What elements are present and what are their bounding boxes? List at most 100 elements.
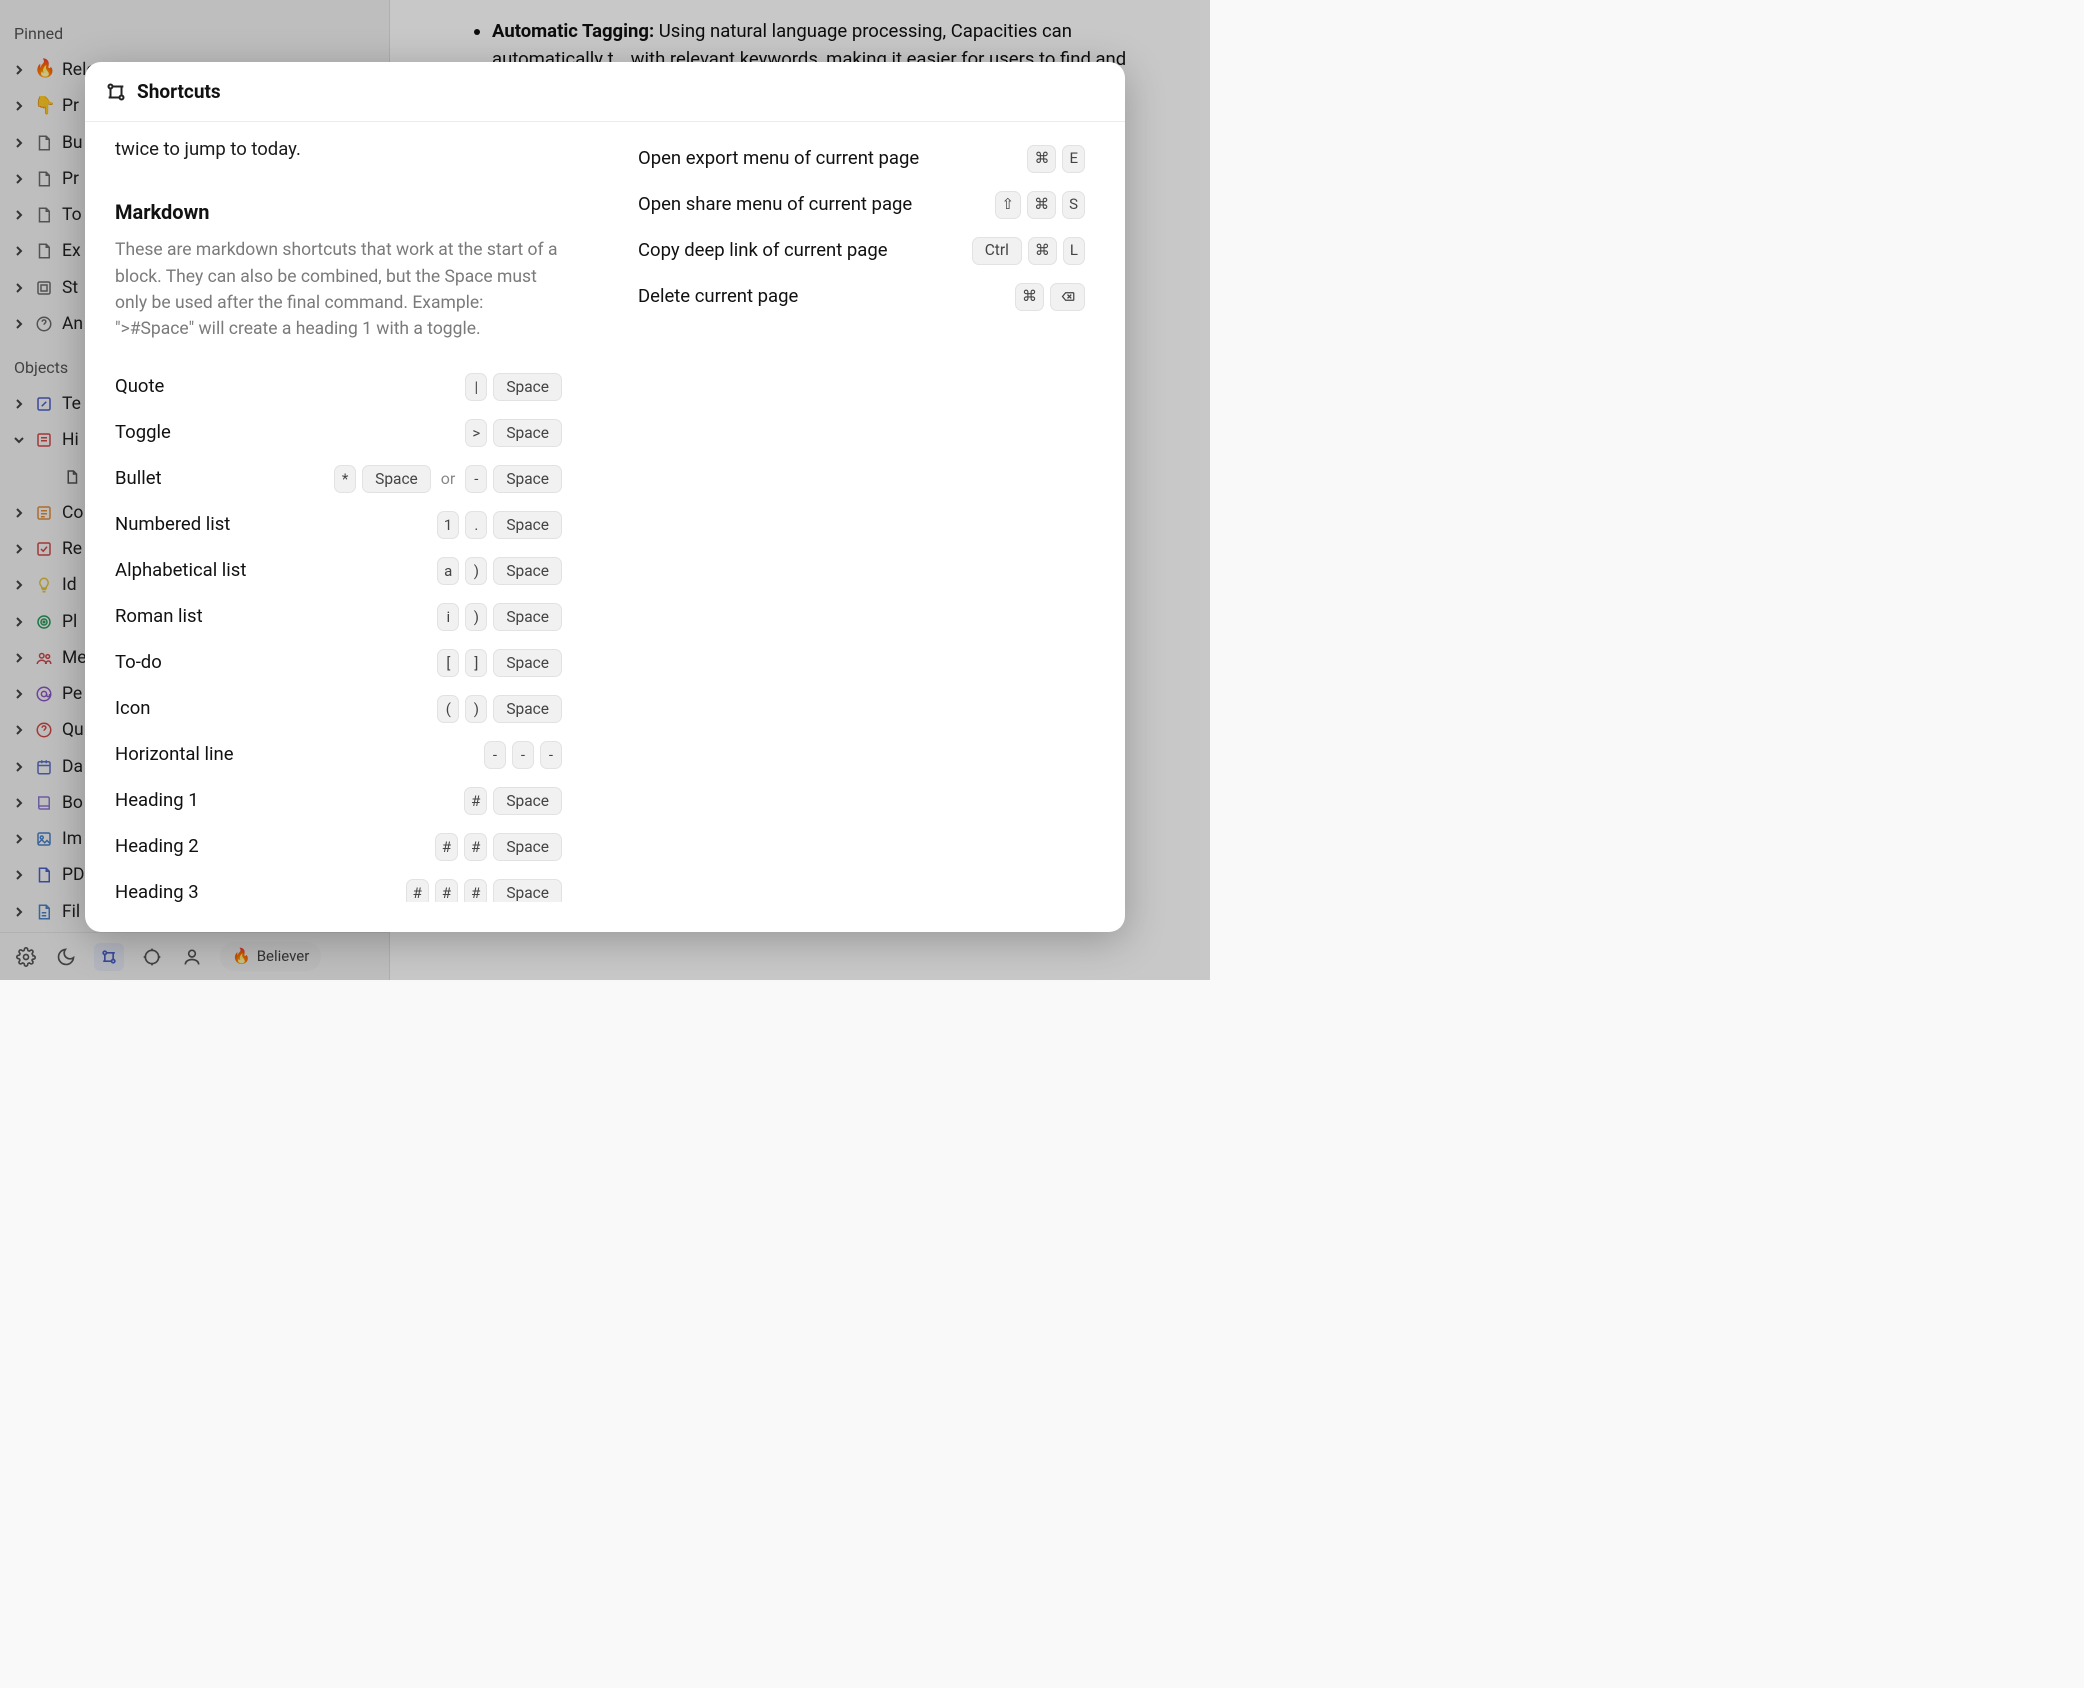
key-chip: - (465, 465, 487, 493)
lead-fragment: twice to jump to today. (115, 136, 562, 164)
key-chip: # (464, 787, 487, 815)
shortcut-row: Copy deep link of current page Ctrl⌘L (638, 228, 1085, 274)
shortcut-keys: []Space (437, 649, 562, 677)
shortcut-label: Numbered list (115, 511, 230, 539)
shortcut-label: Horizontal line (115, 741, 234, 769)
key-chip: | (465, 373, 487, 401)
key-chip: a (437, 557, 459, 585)
shortcut-keys: i)Space (437, 603, 562, 631)
shortcut-label: Quote (115, 373, 164, 401)
key-chip: - (484, 741, 506, 769)
modal-header: Shortcuts (85, 62, 1125, 122)
key-chip: Space (493, 833, 562, 861)
key-chip: E (1062, 145, 1085, 173)
shortcut-row: Toggle >Space (115, 410, 562, 456)
key-chip: i (437, 603, 459, 631)
key-chip: Space (493, 879, 562, 902)
or-text: or (441, 467, 456, 491)
key-chip: # (464, 833, 487, 861)
key-chip: ⌘ (1027, 145, 1056, 173)
shortcut-label: Icon (115, 695, 150, 723)
shortcut-keys: --- (484, 741, 562, 769)
shortcut-row: Open export menu of current page ⌘E (638, 136, 1085, 182)
key-chip: S (1062, 191, 1085, 219)
shortcut-row: Horizontal line--- (115, 732, 562, 778)
shortcut-row: Heading 3 # # # Space (115, 870, 562, 902)
key-chip: Space (493, 465, 562, 493)
shortcut-row: To-do []Space (115, 640, 562, 686)
shortcut-keys: a)Space (437, 557, 562, 585)
key-chip (1050, 283, 1085, 311)
shortcut-label: Heading 3 (115, 879, 199, 902)
key-chip: Space (493, 649, 562, 677)
shortcut-keys: # # # Space (406, 879, 562, 902)
shortcut-label: Open share menu of current page (638, 191, 912, 219)
shortcut-row: Heading 2##Space (115, 824, 562, 870)
key-chip: # (464, 879, 487, 902)
shortcut-label: Copy deep link of current page (638, 237, 888, 265)
key-chip: Space (493, 511, 562, 539)
key-chip: Space (362, 465, 431, 493)
key-chip: . (465, 511, 487, 539)
key-chip: [ (437, 649, 459, 677)
key-chip: ) (465, 603, 487, 631)
key-chip: - (540, 741, 562, 769)
key-chip: L (1063, 237, 1085, 265)
shortcut-keys: Ctrl⌘L (972, 237, 1085, 265)
shortcuts-header-icon (105, 81, 127, 103)
shortcut-label: To-do (115, 649, 162, 677)
shortcuts-modal: Shortcuts twice to jump to today. Markdo… (85, 62, 1125, 932)
key-chip: # (406, 879, 429, 902)
shortcut-row: Numbered list 1.Space (115, 502, 562, 548)
shortcut-label: Toggle (115, 419, 171, 447)
shortcut-keys: ##Space (435, 833, 562, 861)
shortcuts-left-column: twice to jump to today. Markdown These a… (85, 122, 592, 903)
shortcut-keys: ⇧⌘S (995, 191, 1085, 219)
key-chip: Space (493, 373, 562, 401)
key-chip: Ctrl (972, 237, 1022, 265)
key-chip: ] (465, 649, 487, 677)
key-chip: # (435, 833, 458, 861)
shortcut-label: Heading 1 (115, 787, 199, 815)
key-chip: > (465, 419, 487, 447)
key-chip: Space (493, 695, 562, 723)
shortcut-row: Delete current page ⌘ (638, 274, 1085, 320)
shortcut-keys: >Space (465, 419, 562, 447)
shortcuts-right-column: Open export menu of current page⌘EOpen s… (628, 122, 1125, 903)
shortcut-label: Roman list (115, 603, 203, 631)
shortcut-keys: *Spaceor-Space (334, 465, 562, 493)
key-chip: Space (493, 787, 562, 815)
shortcut-label: Alphabetical list (115, 557, 246, 585)
key-chip: ) (465, 557, 487, 585)
markdown-section-title: Markdown (115, 197, 562, 227)
key-chip: 1 (437, 511, 459, 539)
shortcut-row: Quote |Space (115, 364, 562, 410)
key-chip: ) (465, 695, 487, 723)
modal-overlay[interactable]: Shortcuts twice to jump to today. Markdo… (0, 0, 1210, 980)
key-chip: ⇧ (995, 191, 1022, 219)
shortcut-keys: ⌘E (1027, 145, 1085, 173)
key-chip: Space (493, 557, 562, 585)
shortcut-row: Roman list i)Space (115, 594, 562, 640)
key-chip: Space (493, 603, 562, 631)
shortcut-label: Delete current page (638, 283, 798, 311)
key-chip: ( (437, 695, 459, 723)
key-chip: - (512, 741, 534, 769)
shortcut-row: Open share menu of current page ⇧⌘S (638, 182, 1085, 228)
shortcut-keys: #Space (464, 787, 562, 815)
modal-title: Shortcuts (137, 78, 221, 107)
shortcut-row: Bullet *Spaceor-Space (115, 456, 562, 502)
key-chip: ⌘ (1027, 191, 1056, 219)
shortcut-keys: ⌘ (1015, 283, 1085, 311)
key-chip: Space (493, 419, 562, 447)
key-chip: ⌘ (1028, 237, 1057, 265)
shortcut-keys: 1.Space (437, 511, 562, 539)
shortcut-keys: ()Space (437, 695, 562, 723)
shortcut-label: Heading 2 (115, 833, 199, 861)
shortcut-label: Bullet (115, 465, 162, 493)
shortcut-row: Heading 1 #Space (115, 778, 562, 824)
shortcut-keys: |Space (465, 373, 562, 401)
shortcut-label: Open export menu of current page (638, 145, 919, 173)
key-chip: # (435, 879, 458, 902)
key-chip: ⌘ (1015, 283, 1044, 311)
